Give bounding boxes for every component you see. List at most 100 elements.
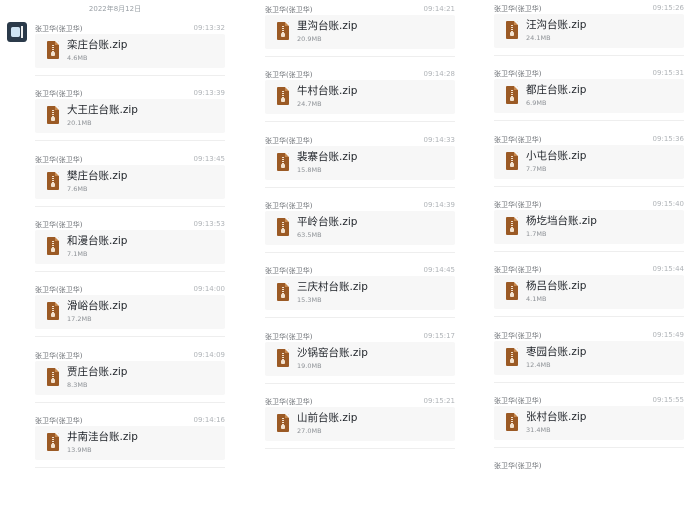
divider bbox=[494, 250, 684, 252]
message: 张卫华(张卫华) 09:13:32 栾庄台账.zip 4.6MB bbox=[35, 24, 225, 88]
file-attachment-card[interactable]: 汪沟台账.zip 24.1MB bbox=[494, 14, 684, 48]
file-icon-fold bbox=[285, 22, 289, 26]
file-attachment-card[interactable]: 牛村台账.zip 24.7MB bbox=[265, 80, 455, 115]
file-attachment-card[interactable]: 杨吕台账.zip 4.1MB bbox=[494, 275, 684, 310]
file-size: 7.1MB bbox=[67, 249, 88, 258]
file-icon-pull bbox=[510, 293, 514, 298]
chat-column-1: 2022年8月12日 张卫华(张卫华) 09:13:32 栾庄台账.zip 4.6MB… bbox=[0, 0, 230, 468]
message: 张卫华(张卫华) 09:15:40 杨圪垱台账.zip 1.7MB bbox=[494, 200, 684, 264]
avatar-figure bbox=[11, 27, 20, 37]
avatar-accent bbox=[21, 26, 23, 38]
divider bbox=[494, 446, 684, 448]
file-attachment-card[interactable]: 沙锅窑台账.zip 19.0MB bbox=[265, 341, 455, 376]
file-name: 平岭台账.zip bbox=[297, 215, 358, 228]
file-attachment-card[interactable]: 大王庄台账.zip 20.1MB bbox=[35, 99, 225, 134]
zip-file-icon bbox=[47, 236, 59, 255]
message-timestamp: 09:13:53 bbox=[193, 219, 225, 228]
message: 张卫华(张卫华) 09:14:39 平岭台账.zip 63.5MB bbox=[265, 201, 455, 265]
file-icon-pull bbox=[51, 117, 55, 122]
file-attachment-card[interactable]: 贾庄台账.zip 8.3MB bbox=[35, 360, 225, 395]
divider bbox=[35, 75, 225, 76]
file-attachment-card[interactable]: 三庆村台账.zip 15.3MB bbox=[265, 276, 455, 311]
message: 张卫华(张卫华) 09:15:44 杨吕台账.zip 4.1MB bbox=[494, 265, 684, 329]
message-timestamp: 09:15:49 bbox=[652, 330, 684, 339]
message: 张卫华(张卫华) 09:13:53 和漫台账.zip 7.1MB bbox=[35, 220, 225, 284]
file-attachment-card[interactable]: 杨圪垱台账.zip 1.7MB bbox=[494, 209, 684, 244]
file-name: 杨吕台账.zip bbox=[526, 280, 587, 293]
sender-name: 张卫华(张卫华) bbox=[265, 136, 313, 145]
sender-name: 张卫华(张卫华) bbox=[494, 5, 542, 13]
message: 张卫华(张卫华) 09:14:16 井南洼台账.zip 13.9MB bbox=[35, 416, 225, 480]
file-attachment-card[interactable]: 和漫台账.zip 7.1MB bbox=[35, 229, 225, 264]
file-icon-pull bbox=[281, 294, 285, 299]
sender-name: 张卫华(张卫华) bbox=[494, 135, 542, 144]
file-attachment-card[interactable]: 樊庄台账.zip 7.6MB bbox=[35, 164, 225, 199]
message: 张卫华(张卫华) 09:14:33 裴寨台账.zip 15.8MB bbox=[265, 136, 455, 200]
message: 张卫华(张卫华) 09:14:21 里沟台账.zip 20.9MB bbox=[265, 5, 455, 69]
file-attachment-card[interactable]: 栾庄台账.zip 4.6MB bbox=[35, 34, 225, 68]
file-attachment-card[interactable]: 裴寨台账.zip 15.8MB bbox=[265, 145, 455, 180]
file-attachment-card[interactable]: 枣园台账.zip 12.4MB bbox=[494, 340, 684, 375]
file-name: 滑峪台账.zip bbox=[67, 300, 128, 313]
file-size: 63.5MB bbox=[297, 230, 322, 239]
zip-file-icon bbox=[506, 412, 518, 431]
zip-file-icon bbox=[277, 152, 289, 171]
sender-name: 张卫华(张卫华) bbox=[265, 201, 313, 210]
message-timestamp: 09:15:55 bbox=[652, 395, 684, 404]
file-icon-fold bbox=[55, 106, 59, 111]
file-attachment-card[interactable]: 都庄台账.zip 6.9MB bbox=[494, 79, 684, 114]
message: 张卫华(张卫华) bbox=[494, 461, 684, 525]
sender-name: 张卫华(张卫华) bbox=[265, 267, 313, 276]
file-size: 4.1MB bbox=[526, 295, 547, 304]
zip-file-icon bbox=[277, 22, 289, 40]
file-icon-fold bbox=[285, 413, 289, 418]
file-icon-fold bbox=[514, 347, 518, 352]
sender-name: 张卫华(张卫华) bbox=[35, 416, 83, 425]
file-icon-fold bbox=[285, 283, 289, 288]
file-name: 小屯台账.zip bbox=[526, 149, 587, 162]
message-timestamp: 09:14:00 bbox=[193, 285, 225, 294]
file-attachment-card[interactable]: 井南洼台账.zip 13.9MB bbox=[35, 425, 225, 460]
file-attachment-card[interactable]: 张村台账.zip 31.4MB bbox=[494, 405, 684, 440]
file-attachment-card[interactable]: 山前台账.zip 27.0MB bbox=[265, 406, 455, 441]
divider bbox=[265, 186, 455, 188]
file-size: 24.1MB bbox=[526, 34, 551, 42]
zip-file-icon bbox=[277, 283, 289, 302]
file-icon-fold bbox=[514, 412, 518, 417]
file-name: 和漫台账.zip bbox=[67, 234, 128, 247]
file-icon-fold bbox=[55, 41, 59, 45]
sender-name: 张卫华(张卫华) bbox=[265, 6, 313, 14]
file-icon-pull bbox=[51, 378, 55, 383]
file-icon-fold bbox=[285, 87, 289, 92]
message-timestamp: 09:13:39 bbox=[193, 89, 225, 98]
zip-file-icon bbox=[277, 87, 289, 106]
message: 张卫华(张卫华) 09:15:55 张村台账.zip 31.4MB bbox=[494, 396, 684, 460]
file-name: 山前台账.zip bbox=[297, 411, 358, 424]
file-icon-fold bbox=[514, 21, 518, 25]
file-size: 12.4MB bbox=[526, 360, 551, 369]
avatar[interactable] bbox=[7, 22, 27, 42]
file-icon-pull bbox=[281, 424, 285, 429]
divider bbox=[494, 55, 684, 56]
message-timestamp: 09:14:39 bbox=[423, 200, 455, 209]
chat-column-3: 张卫华(张卫华) 09:15:26 汪沟台账.zip 24.1MB 张卫华(张卫华) 09… bbox=[494, 0, 694, 470]
sender-name: 张卫华(张卫华) bbox=[35, 25, 83, 33]
file-name: 三庆村台账.zip bbox=[297, 281, 368, 294]
divider bbox=[494, 316, 684, 318]
zip-file-icon bbox=[47, 432, 59, 451]
message: 张卫华(张卫华) 09:15:49 枣园台账.zip 12.4MB bbox=[494, 331, 684, 395]
file-icon-fold bbox=[514, 86, 518, 91]
sender-name: 张卫华(张卫华) bbox=[494, 462, 542, 471]
message: 张卫华(张卫华) 09:13:39 大王庄台账.zip 20.1MB bbox=[35, 89, 225, 153]
sender-name: 张卫华(张卫华) bbox=[35, 90, 83, 99]
sender-name: 张卫华(张卫华) bbox=[494, 200, 542, 209]
file-size: 15.3MB bbox=[297, 296, 322, 305]
file-size: 13.9MB bbox=[67, 445, 92, 454]
file-name: 里沟台账.zip bbox=[297, 20, 358, 32]
file-icon-fold bbox=[55, 432, 59, 437]
sender-name: 张卫华(张卫华) bbox=[494, 396, 542, 405]
file-attachment-card[interactable]: 小屯台账.zip 7.7MB bbox=[494, 144, 684, 179]
file-attachment-card[interactable]: 平岭台账.zip 63.5MB bbox=[265, 210, 455, 245]
file-attachment-card[interactable]: 滑峪台账.zip 17.2MB bbox=[35, 295, 225, 330]
file-attachment-card[interactable]: 里沟台账.zip 20.9MB bbox=[265, 15, 455, 49]
